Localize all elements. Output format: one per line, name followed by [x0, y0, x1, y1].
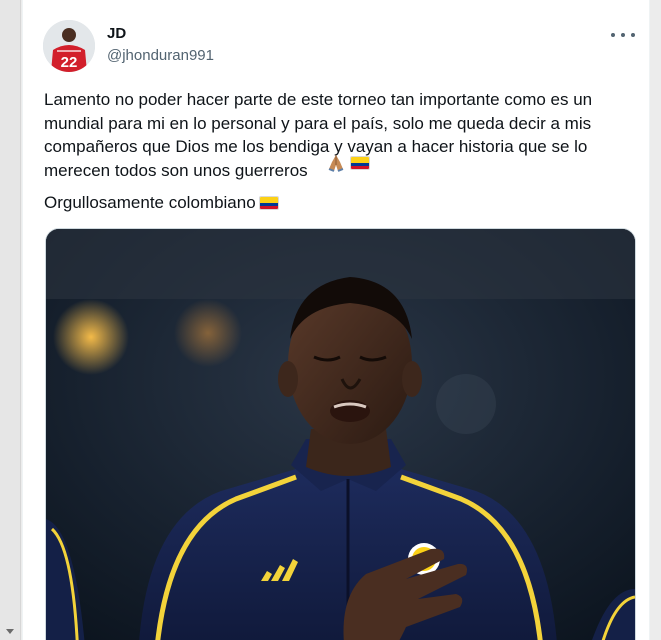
avatar-image: 22 [43, 20, 95, 72]
scrollbar[interactable] [0, 0, 21, 640]
display-name[interactable]: JD [107, 25, 126, 42]
avatar-jersey-number: 22 [61, 54, 78, 71]
more-options-icon[interactable] [611, 28, 635, 42]
folded-hands-emoji-icon [328, 155, 344, 172]
tweet-emojis [326, 153, 370, 173]
tweet-card[interactable]: 22 JD @jhonduran991 Lamento no poder hac… [22, 0, 650, 640]
colombia-flag-icon [350, 156, 370, 170]
colombia-flag-icon [258, 196, 279, 210]
scroll-down-arrow-icon[interactable] [6, 629, 14, 634]
tweet-photo[interactable] [45, 228, 636, 640]
screenshot-page: 22 JD @jhonduran991 Lamento no poder hac… [0, 0, 661, 640]
avatar[interactable]: 22 [43, 20, 95, 72]
user-handle[interactable]: @jhonduran991 [107, 47, 214, 64]
player-photo-image [46, 229, 635, 640]
tweet-text-paragraph-2-wrapper: Orgullosamente colombiano [44, 193, 279, 213]
tweet-text-paragraph-2: Orgullosamente colombiano [44, 193, 256, 212]
